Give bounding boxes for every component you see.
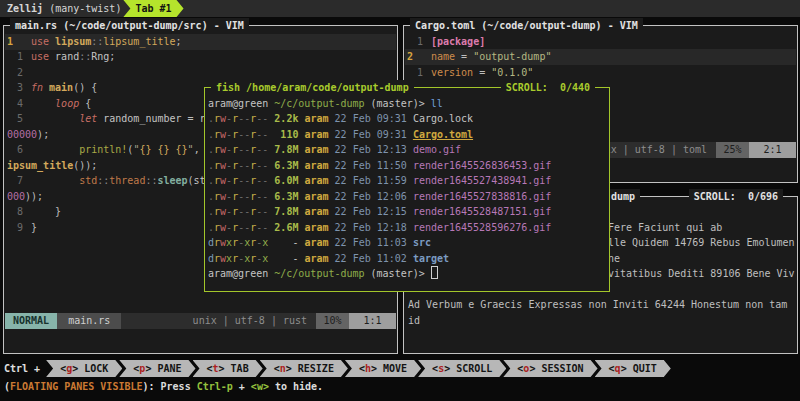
keybind-move[interactable]: <h> MOVE <box>345 360 421 377</box>
file-listing-row: .rw-r--r-- 6.0M aram 22 Feb 11:59 render… <box>206 173 608 189</box>
keybind-scroll[interactable]: <s> SCROLL <box>418 360 506 377</box>
program-output-line: vitatibus Dediti 89106 Bene Viv <box>608 266 795 282</box>
code-line: 1use lipsum::lipsum_title; <box>5 34 396 50</box>
scroll-indicator-fish: SCROLL: 0/440 <box>501 80 595 95</box>
line-number: 3 <box>7 80 23 96</box>
vim-fileinfo: unix | utf-8 | rust <box>193 313 316 329</box>
keybind-pane[interactable]: <p> PANE <box>119 360 195 377</box>
vim-statusline-main: NORMAL main.rs unix | utf-8 | rust 10% 1… <box>5 313 396 329</box>
shell-prompt-line: aram@green ~/c/output-dump (master)> <box>206 266 608 282</box>
file-listing-row: drwxr-xr-x - aram 22 Feb 11:03 src <box>206 235 608 251</box>
keybind-prefix: Ctrl + <box>0 363 46 374</box>
program-output-line: Ad Verbum e Graecis Expressas non Inviti… <box>408 297 787 313</box>
floating-pane-fish[interactable]: fish /home/aram/code/output-dump SCROLL:… <box>204 87 610 292</box>
file-listing-row: .rw-r--r-- 110 aram 22 Feb 09:31 Cargo.t… <box>206 127 608 143</box>
vim-fileinfo: unix | utf-8 | toml <box>593 142 716 158</box>
vim-percent: 10% <box>316 313 349 329</box>
keybind-bar: Ctrl +<g> LOCK<p> PANE<t> TAB<n> RESIZE<… <box>0 360 800 377</box>
line-number: 4 <box>7 96 23 112</box>
line-number: 2 <box>407 49 423 65</box>
line-number: 2 <box>7 65 23 81</box>
file-listing-row: .rw-r--r-- 6.3M aram 22 Feb 12:06 render… <box>206 189 608 205</box>
line-number: 6 <box>7 142 23 158</box>
vim-position: 1:1 <box>349 313 396 329</box>
line-number: 9 <box>7 220 23 236</box>
line-number: 8 <box>7 204 23 220</box>
code-line: 2name = "output-dump" <box>405 49 796 65</box>
keybind-tab[interactable]: <t> TAB <box>193 360 263 377</box>
zellij-top-bar: Zellij (many-twist)Tab #1 <box>0 0 800 17</box>
line-number: 1 <box>407 65 423 81</box>
code-line: 2 <box>5 65 396 81</box>
pane-title-main-rs: main.rs (~/code/output-dump/src) - VIM <box>10 18 249 33</box>
vim-position: 2:1 <box>749 142 796 158</box>
pane-title-cargo-toml: Cargo.toml (~/code/output-dump) - VIM <box>410 18 643 33</box>
line-number: 1 <box>407 34 423 50</box>
keybind-lock[interactable]: <g> LOCK <box>46 360 122 377</box>
app-title: Zellij <box>0 3 43 14</box>
code-line: 1use rand::Rng; <box>5 49 396 65</box>
file-listing-row: .rw-r--r-- 2.2k aram 22 Feb 09:31 Cargo.… <box>206 111 608 127</box>
program-output-line: id <box>408 313 420 329</box>
program-output-line: lle Quidem 14769 Rebus Emolumen <box>608 235 795 251</box>
floating-panes-hint: (FLOATING PANES VISIBLE): Press Ctrl-p +… <box>4 379 323 395</box>
code-line: 1[package] <box>405 34 796 50</box>
vim-mode-badge: NORMAL <box>5 313 57 329</box>
terminal-cursor <box>431 266 438 279</box>
file-listing-row: .rw-r--r-- 6.3M aram 22 Feb 11:50 render… <box>206 158 608 174</box>
pane-title-fish: fish /home/aram/code/output-dump <box>211 80 414 95</box>
shell-prompt-line: aram@green ~/c/output-dump (master)> ll <box>206 96 608 112</box>
file-listing-row: .rw-r--r-- 7.8M aram 22 Feb 12:15 render… <box>206 204 608 220</box>
keybind-resize[interactable]: <n> RESIZE <box>260 360 348 377</box>
line-number: 5 <box>7 111 23 127</box>
line-number: 1 <box>7 34 23 50</box>
file-listing-row: drwxr-xr-x - aram 22 Feb 11:02 target <box>206 251 608 267</box>
scroll-indicator-run: SCROLL: 0/696 <box>689 189 783 204</box>
session-name-label: (many-twist) <box>49 3 121 14</box>
vim-filename: main.rs <box>57 313 121 329</box>
program-output-line: Fere Faciunt qui ab <box>608 220 722 236</box>
tab-ribbon[interactable]: Tab #1 <box>123 0 183 17</box>
code-line: 1version = "0.1.0" <box>405 65 796 81</box>
file-listing-row: .rw-r--r-- 2.6M aram 22 Feb 12:18 render… <box>206 220 608 236</box>
keybind-quit[interactable]: <q> QUIT <box>595 360 671 377</box>
line-number: 7 <box>7 173 23 189</box>
vim-percent: 25% <box>716 142 749 158</box>
statusline-spacer <box>121 313 192 329</box>
line-number: 1 <box>7 49 23 65</box>
keybind-session[interactable]: <o> SESSION <box>503 360 597 377</box>
file-listing-row: .rw-r--r-- 7.8M aram 22 Feb 12:13 demo.g… <box>206 142 608 158</box>
